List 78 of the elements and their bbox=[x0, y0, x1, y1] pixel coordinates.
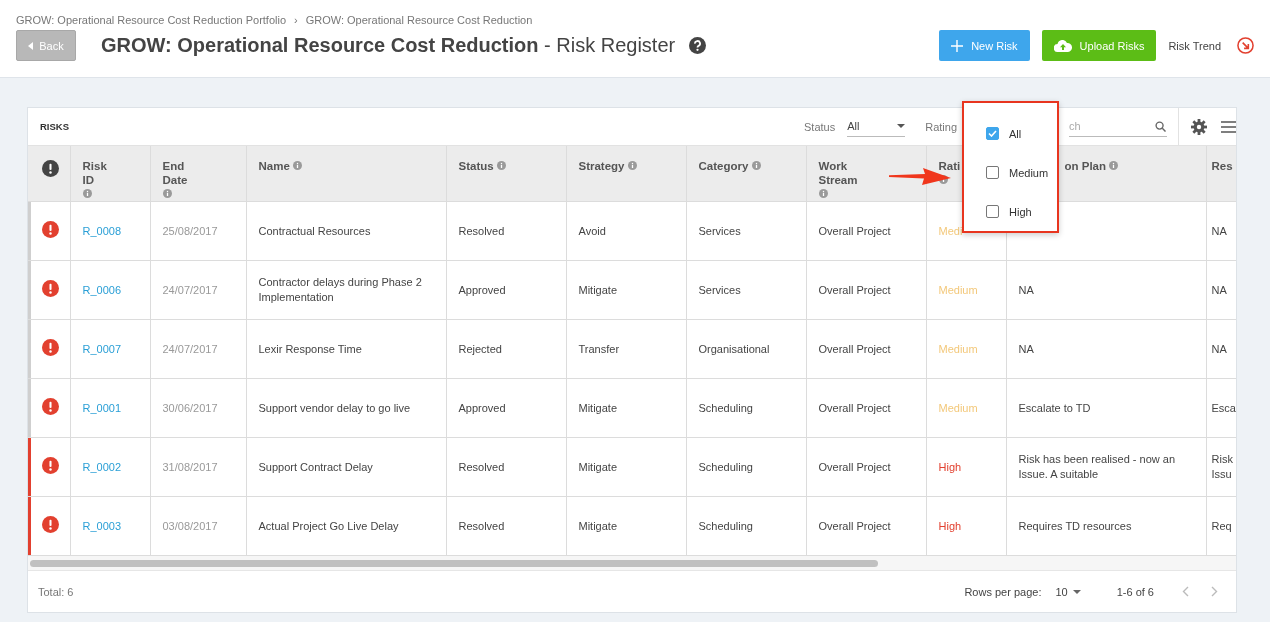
table-cell: Lexir Response Time bbox=[258, 342, 362, 355]
breadcrumb-link[interactable]: GROW: Operational Resource Cost Reduction bbox=[305, 13, 533, 26]
total-count: Total: 6 bbox=[38, 585, 74, 598]
table-cell: Scheduling bbox=[698, 519, 753, 532]
option-label[interactable]: Medium bbox=[1009, 166, 1049, 179]
status-select[interactable]: All bbox=[847, 116, 906, 137]
table-cell: Approved bbox=[458, 283, 506, 296]
rating-cell: Medium bbox=[938, 401, 978, 414]
filter-label: Rating bbox=[925, 120, 957, 133]
rating-cell: Medi bbox=[938, 224, 963, 237]
table-cell: Mitigate bbox=[578, 460, 618, 473]
search-field[interactable]: ch bbox=[1069, 116, 1167, 137]
table-cell: Services bbox=[698, 224, 741, 237]
column-header[interactable]: on Plan bbox=[1064, 159, 1107, 173]
table-cell: NA bbox=[1018, 342, 1034, 355]
rating-cell: High bbox=[938, 460, 962, 473]
table-cell: Requires TD resources bbox=[1018, 519, 1132, 532]
table-cell: Services bbox=[698, 283, 741, 296]
column-header[interactable]: Status bbox=[458, 159, 494, 173]
table-cell: Escalate to TD bbox=[1018, 401, 1091, 414]
table-cell: Mitigate bbox=[578, 519, 618, 532]
table-cell: Risk has been realised - now an Issue. A suitable bbox=[1018, 453, 1176, 480]
rows-per-page-select[interactable]: 10 bbox=[1055, 585, 1081, 598]
column-header[interactable]: Risk ID bbox=[82, 159, 113, 187]
table-cell: Contractual Resources bbox=[258, 224, 371, 237]
page-title: GROW: Operational Resource Cost Reduction - Risk Register bbox=[101, 34, 676, 57]
option-label[interactable]: All bbox=[1009, 127, 1022, 140]
table-cell: Actual Project Go Live Delay bbox=[258, 519, 399, 532]
table-cell: Transfer bbox=[578, 342, 620, 355]
table-cell: Mitigate bbox=[578, 401, 618, 414]
table-cell: Mitigate bbox=[578, 283, 618, 296]
table-cell: 24/07/2017 bbox=[162, 283, 218, 296]
table-cell: Esca bbox=[1211, 401, 1236, 414]
table-cell: Overall Project bbox=[818, 519, 891, 532]
breadcrumb-link[interactable]: GROW: Operational Resource Cost Reduction Portfolio bbox=[16, 13, 287, 26]
table-cell: Overall Project bbox=[818, 460, 891, 473]
table-cell: Overall Project bbox=[818, 342, 891, 355]
table-cell: Resolved bbox=[458, 519, 505, 532]
table-cell: Support Contract Delay bbox=[258, 460, 373, 473]
column-header[interactable]: Strategy bbox=[578, 159, 625, 173]
table-cell: NA bbox=[1211, 224, 1227, 237]
table-cell: Scheduling bbox=[698, 401, 753, 414]
table-cell: Scheduling bbox=[698, 460, 753, 473]
table-cell: Risk Issu bbox=[1211, 453, 1233, 480]
rows-per-page-label: Rows per page: bbox=[964, 585, 1042, 598]
table-cell: Support vendor delay to go live bbox=[258, 401, 411, 414]
column-header[interactable]: Category bbox=[698, 159, 749, 173]
table-cell: 31/08/2017 bbox=[162, 460, 218, 473]
table-cell: Avoid bbox=[578, 224, 606, 237]
table-cell: Rejected bbox=[458, 342, 502, 355]
rating-cell: Medium bbox=[938, 283, 978, 296]
option-label[interactable]: High bbox=[1009, 205, 1032, 218]
table-cell: Resolved bbox=[458, 460, 505, 473]
table-cell: 03/08/2017 bbox=[162, 519, 218, 532]
column-header[interactable]: Res bbox=[1211, 159, 1233, 173]
breadcrumb-separator: › bbox=[294, 13, 298, 26]
table-cell: Organisational bbox=[698, 342, 770, 355]
table-cell: NA bbox=[1018, 283, 1034, 296]
risk-trend-link[interactable]: Risk Trend bbox=[1168, 39, 1221, 52]
table-cell: Req bbox=[1211, 519, 1232, 532]
table-cell: Approved bbox=[458, 401, 506, 414]
table-cell: Overall Project bbox=[818, 401, 891, 414]
table-cell: Overall Project bbox=[818, 224, 891, 237]
table-cell: Contractor delays during Phase 2 Implementation bbox=[258, 276, 422, 303]
table-title: RISKS bbox=[40, 121, 70, 132]
table-cell: Overall Project bbox=[818, 283, 891, 296]
rating-cell: Medium bbox=[938, 342, 978, 355]
table-cell: NA bbox=[1211, 342, 1227, 355]
rating-cell: High bbox=[938, 519, 962, 532]
table-cell: NA bbox=[1211, 283, 1227, 296]
page-range: 1-6 of 6 bbox=[1116, 585, 1154, 598]
table-cell: Resolved bbox=[458, 224, 505, 237]
table-cell: 25/08/2017 bbox=[162, 224, 218, 237]
table-cell: 24/07/2017 bbox=[162, 342, 218, 355]
filter-label: Status bbox=[804, 120, 836, 133]
column-header[interactable]: Name bbox=[258, 159, 290, 173]
column-header[interactable]: Rati bbox=[938, 159, 961, 173]
table-cell: 30/06/2017 bbox=[162, 401, 218, 414]
